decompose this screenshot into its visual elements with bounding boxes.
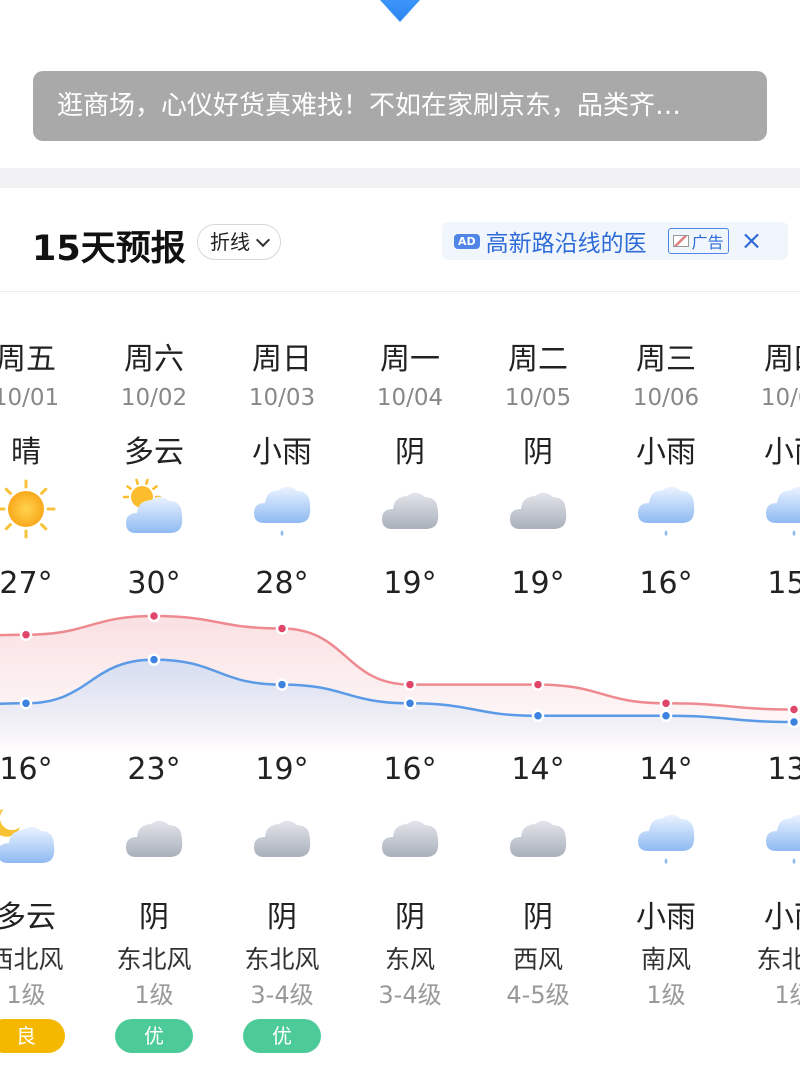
wind-level-label: 1级	[6, 981, 46, 1009]
ad-toast[interactable]: 逛商场，心仪好货真难找！不如在家刷京东，品类齐…	[33, 71, 767, 141]
ad-banner[interactable]: AD 高新路沿线的医 广告 ×	[442, 222, 788, 260]
chart-mode-dropdown[interactable]: 折线	[197, 224, 281, 260]
cloud-icon	[122, 805, 186, 869]
rain-cloud-icon	[762, 477, 800, 541]
wind-level-label: 1级	[134, 981, 174, 1009]
ad-image-icon	[672, 235, 689, 247]
weekday-label: 周一	[380, 342, 440, 377]
wind-level-label: 3-4级	[250, 981, 314, 1009]
high-temp-point	[787, 703, 800, 716]
wind-direction-label: 东北风	[756, 945, 800, 974]
date-label: 10/05	[504, 385, 572, 411]
wind-direction-label: 西北风	[0, 945, 64, 974]
low-temp-label: 23°	[127, 752, 181, 787]
temperature-curves	[0, 609, 800, 750]
ad-text[interactable]: 高新路沿线的医	[486, 224, 664, 258]
day-weather-label: 小雨	[252, 435, 312, 470]
rain-cloud-icon	[634, 477, 698, 541]
weekday-label: 周六	[124, 342, 184, 377]
chart-mode-label: 折线	[210, 230, 250, 254]
low-temp-label: 16°	[383, 752, 437, 787]
day-weather-label: 多云	[124, 435, 184, 470]
high-temp-point	[403, 678, 417, 691]
ad-label-text: 广告	[691, 233, 724, 252]
cloud-icon	[250, 805, 314, 869]
high-temp-point	[19, 628, 33, 641]
ad-badge: AD	[454, 233, 480, 249]
moon-cloud-icon	[0, 805, 58, 869]
section-divider	[0, 168, 800, 188]
close-icon[interactable]: ×	[741, 228, 763, 254]
low-temp-point	[275, 678, 289, 691]
wind-level-label: 3-4级	[378, 981, 442, 1009]
cloud-icon	[506, 805, 570, 869]
low-temp-label: 13°	[767, 752, 800, 787]
night-weather-label: 阴	[395, 900, 425, 935]
low-temp-point	[403, 697, 417, 710]
night-weather-label: 阴	[523, 900, 553, 935]
forecast-title: 15天预报	[32, 229, 186, 269]
rain-cloud-icon	[634, 805, 698, 869]
low-temp-point	[147, 653, 161, 666]
low-temp-label: 14°	[511, 752, 565, 787]
wind-direction-label: 南风	[640, 945, 691, 974]
weekday-label: 周五	[0, 342, 56, 377]
date-label: 10/04	[376, 385, 444, 411]
date-label: 10/06	[632, 385, 700, 411]
cloud-icon	[378, 805, 442, 869]
sun-cloud-icon	[122, 477, 186, 541]
wind-level-label: 1级	[646, 981, 686, 1009]
wind-level-label: 4-5级	[506, 981, 570, 1009]
cloud-icon	[378, 477, 442, 541]
wind-direction-label: 西风	[512, 945, 563, 974]
chevron-down-icon	[255, 232, 271, 247]
low-temp-point	[787, 715, 800, 729]
header-divider	[0, 291, 800, 292]
aqi-badge[interactable]: 良	[0, 1019, 65, 1053]
day-weather-label: 小雨	[636, 435, 696, 470]
wind-direction-label: 东北风	[244, 945, 320, 974]
date-label: 10/07	[760, 385, 800, 411]
night-weather-label: 小雨	[764, 900, 800, 935]
night-weather-label: 阴	[139, 900, 169, 935]
low-temp-label: 16°	[0, 752, 53, 787]
high-temp-point	[659, 697, 673, 710]
wind-direction-label: 东北风	[116, 945, 192, 974]
weekday-label: 周四	[764, 342, 800, 377]
day-weather-label: 小雨	[764, 435, 800, 470]
date-label: 10/02	[120, 385, 188, 411]
night-weather-label: 多云	[0, 900, 56, 935]
night-weather-label: 阴	[267, 900, 297, 935]
aqi-badge[interactable]: 优	[115, 1019, 193, 1053]
date-label: 10/01	[0, 385, 60, 411]
ad-label: 广告	[667, 228, 729, 254]
day-weather-label: 晴	[11, 435, 41, 470]
high-temp-point	[275, 622, 289, 635]
weekday-label: 周二	[508, 342, 568, 377]
low-temp-point	[659, 709, 673, 723]
low-temp-label: 14°	[639, 752, 693, 787]
night-weather-label: 小雨	[636, 900, 696, 935]
weekday-label: 周三	[636, 342, 696, 377]
rain-cloud-icon	[250, 477, 314, 541]
low-temp-point	[531, 709, 545, 723]
low-temp-point	[19, 697, 33, 710]
wind-level-label: 1级	[774, 981, 800, 1009]
day-weather-label: 阴	[523, 435, 553, 470]
sun-icon	[0, 477, 58, 541]
aqi-badge[interactable]: 优	[243, 1019, 321, 1053]
high-temp-point	[531, 678, 545, 691]
day-weather-label: 阴	[395, 435, 425, 470]
wind-direction-label: 东风	[384, 945, 435, 974]
rain-cloud-icon	[762, 805, 800, 869]
low-temp-label: 19°	[255, 752, 309, 787]
weekday-label: 周日	[252, 342, 312, 377]
date-label: 10/03	[248, 385, 316, 411]
cloud-icon	[506, 477, 570, 541]
high-temp-point	[147, 609, 161, 623]
